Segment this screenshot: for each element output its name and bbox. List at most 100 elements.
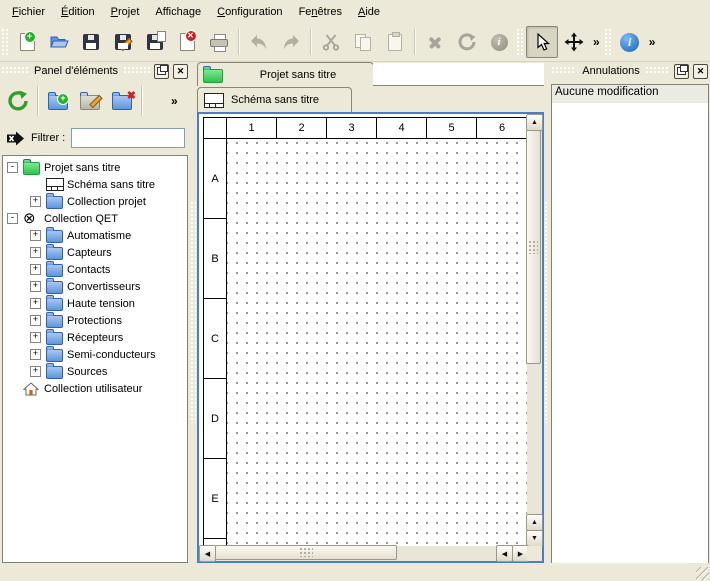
toolbar-handle[interactable] [517,29,524,55]
menu-fenetres[interactable]: Fenêtres [291,3,350,21]
schema-grid-area[interactable]: 1 2 3 4 5 6 A B C D E [199,114,542,561]
scroll-up-button[interactable]: ▲ [526,114,543,131]
new-category-button[interactable]: + [42,85,74,117]
tree-item-haute-tension[interactable]: +Haute tension [3,295,187,312]
delete-category-button[interactable]: ✖ [106,85,138,117]
menu-projet[interactable]: Projet [103,3,148,21]
tree-item-convertisseurs[interactable]: +Convertisseurs [3,278,187,295]
horizontal-scroll-thumb[interactable] [215,545,397,560]
delete-button[interactable] [419,26,451,58]
about-button[interactable]: i [614,26,646,58]
paste-button[interactable] [379,26,411,58]
menu-affichage[interactable]: Affichage [147,3,209,21]
reload-collections-button[interactable] [2,85,34,117]
vertical-scroll-thumb[interactable] [526,130,541,364]
left-splitter[interactable] [190,62,197,563]
edit-category-button[interactable] [74,85,106,117]
window-resize-grip[interactable] [696,567,709,580]
tree-item-label: Collection projet [67,196,146,208]
undo-button[interactable] [243,26,275,58]
status-bar [0,563,710,581]
expand-icon[interactable]: + [30,281,41,292]
expand-icon[interactable]: + [30,366,41,377]
elements-tree[interactable]: -Projet sans titre Schéma sans titre +Co… [2,155,188,563]
save-button[interactable] [75,26,107,58]
scroll-up-button[interactable]: ▲ [526,514,543,531]
save-all-button[interactable] [139,26,171,58]
expand-icon[interactable]: + [30,264,41,275]
tree-item-automatisme[interactable]: +Automatisme [3,227,187,244]
toolbar-overflow-button[interactable]: » [590,35,603,49]
tree-item-collection-projet[interactable]: + Collection projet [3,193,187,210]
horizontal-scrollbar[interactable]: ◀ ◀ ▶ [199,546,527,561]
scroll-left-button[interactable]: ◀ [496,545,513,562]
toolbar-separator [414,29,416,55]
tree-item-sources[interactable]: +Sources [3,363,187,380]
close-panel-button[interactable]: ✕ [173,64,188,79]
tree-item-label: Semi-conducteurs [67,349,156,361]
rotate-button[interactable] [451,26,483,58]
tree-item-projet-sans-titre[interactable]: -Projet sans titre [3,159,187,176]
elements-panel-titlebar[interactable]: Panel d'éléments ✕ [0,62,190,80]
tree-item-schema-sans-titre[interactable]: Schéma sans titre [3,176,187,193]
tree-item-collection-qet[interactable]: -⊗Collection QET [3,210,187,227]
menu-configuration[interactable]: Configuration [209,3,290,21]
pan-mode-button[interactable] [558,26,590,58]
open-document-button[interactable] [43,26,75,58]
filter-input[interactable] [71,128,185,148]
menu-fichier[interactable]: Fichier [4,3,53,21]
titlebar-texture [2,67,28,75]
cut-button[interactable] [315,26,347,58]
panel-toolbar-overflow-button[interactable]: » [168,94,181,108]
redo-button[interactable] [275,26,307,58]
undo-icon [249,33,269,51]
tab-projet-sans-titre[interactable]: Projet sans titre [197,62,374,86]
schema-canvas[interactable]: 1 2 3 4 5 6 A B C D E [197,112,544,563]
expand-icon[interactable]: + [30,230,41,241]
close-panel-button[interactable]: ✕ [693,64,708,79]
tree-item-capteurs[interactable]: +Capteurs [3,244,187,261]
undo-panel-dock: Annulations ✕ Aucune modification [550,62,710,581]
tree-item-recepteurs[interactable]: +Récepteurs [3,329,187,346]
expand-icon[interactable]: + [30,298,41,309]
undo-history-list[interactable]: Aucune modification [551,84,709,565]
tab-schema-sans-titre[interactable]: Schéma sans titre [197,87,352,112]
expand-icon[interactable]: + [30,196,41,207]
tree-item-contacts[interactable]: +Contacts [3,261,187,278]
tree-item-label: Schéma sans titre [67,179,155,191]
selection-mode-button[interactable] [526,26,558,58]
row-label: D [204,379,226,459]
collapse-icon[interactable]: - [7,213,18,224]
float-panel-button[interactable] [154,64,169,79]
undo-panel-title: Annulations [580,65,642,77]
tree-item-collection-utilisateur[interactable]: Collection utilisateur [3,380,187,397]
expand-icon[interactable]: + [30,332,41,343]
copy-button[interactable] [347,26,379,58]
undo-list-item[interactable]: Aucune modification [552,85,708,103]
expand-icon[interactable]: + [30,315,41,326]
tree-item-protections[interactable]: +Protections [3,312,187,329]
expand-icon[interactable]: + [30,247,41,258]
collapse-icon[interactable]: - [7,162,18,173]
schema-icon [46,178,64,191]
reload-icon [7,90,29,112]
save-as-button[interactable] [107,26,139,58]
menu-aide[interactable]: Aide [350,3,388,21]
undo-panel-titlebar[interactable]: Annulations ✕ [550,62,710,80]
header-corner-cell [204,118,227,138]
tree-item-semi-conducteurs[interactable]: + Semi-conducteurs [3,346,187,363]
element-infos-button[interactable]: i [483,26,515,58]
toolbar-handle[interactable] [2,29,9,55]
new-document-button[interactable]: + [11,26,43,58]
vertical-scrollbar[interactable]: ▲ ▲ ▼ [527,114,542,546]
float-panel-button[interactable] [674,64,689,79]
expand-icon[interactable]: + [30,349,41,360]
print-button[interactable] [203,26,235,58]
menu-edition[interactable]: Édition [53,3,103,21]
toolbar-overflow-button[interactable]: » [646,35,659,49]
scroll-down-button[interactable]: ▼ [526,530,543,547]
clear-filter-icon[interactable] [6,131,25,146]
scroll-left-button[interactable]: ◀ [199,545,216,562]
toolbar-handle[interactable] [605,29,612,55]
close-document-button[interactable]: ✕ [171,26,203,58]
